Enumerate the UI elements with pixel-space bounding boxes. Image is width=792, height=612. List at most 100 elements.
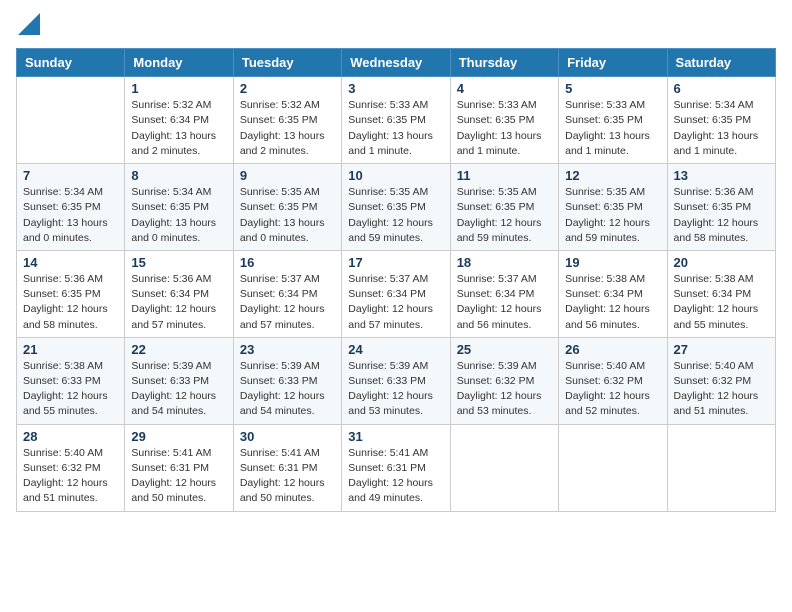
day-number: 2 — [240, 81, 335, 96]
day-info: Sunrise: 5:38 AMSunset: 6:34 PMDaylight:… — [674, 272, 769, 333]
weekday-thursday: Thursday — [450, 49, 558, 77]
day-number: 31 — [348, 429, 443, 444]
day-number: 29 — [131, 429, 226, 444]
day-cell: 22Sunrise: 5:39 AMSunset: 6:33 PMDayligh… — [125, 337, 233, 424]
day-number: 23 — [240, 342, 335, 357]
calendar-body: 1 Sunrise: 5:32 AMSunset: 6:34 PMDaylight… — [17, 77, 776, 511]
day-cell: 26 Sunrise: 5:40 AMSunset: 6:32 PMDayligh… — [559, 337, 667, 424]
week-row-3: 21 Sunrise: 5:38 AMSunset: 6:33 PMDayligh… — [17, 337, 776, 424]
day-info: Sunrise: 5:32 AMSunset: 6:35 PMDaylight:… — [240, 98, 335, 159]
day-info: Sunrise: 5:40 AMSunset: 6:32 PMDaylight:… — [23, 446, 118, 507]
week-row-0: 1 Sunrise: 5:32 AMSunset: 6:34 PMDaylight… — [17, 77, 776, 164]
day-cell: 20 Sunrise: 5:38 AMSunset: 6:34 PMDayligh… — [667, 250, 775, 337]
day-info: Sunrise: 5:40 AMSunset: 6:32 PMDaylight:… — [674, 359, 769, 420]
day-info: Sunrise: 5:37 AMSunset: 6:34 PMDaylight:… — [457, 272, 552, 333]
day-cell: 18 Sunrise: 5:37 AMSunset: 6:34 PMDayligh… — [450, 250, 558, 337]
day-number: 25 — [457, 342, 552, 357]
day-cell — [667, 424, 775, 511]
day-info: Sunrise: 5:39 AMSunset: 6:33 PMDaylight:… — [240, 359, 335, 420]
weekday-sunday: Sunday — [17, 49, 125, 77]
day-info: Sunrise: 5:35 AMSunset: 6:35 PMDaylight:… — [457, 185, 552, 246]
day-cell: 21 Sunrise: 5:38 AMSunset: 6:33 PMDayligh… — [17, 337, 125, 424]
day-info: Sunrise: 5:33 AMSunset: 6:35 PMDaylight:… — [348, 98, 443, 159]
day-info: Sunrise: 5:34 AMSunset: 6:35 PMDaylight:… — [674, 98, 769, 159]
day-number: 3 — [348, 81, 443, 96]
day-info: Sunrise: 5:35 AMSunset: 6:35 PMDaylight:… — [240, 185, 335, 246]
week-row-2: 14 Sunrise: 5:36 AMSunset: 6:35 PMDayligh… — [17, 250, 776, 337]
day-info: Sunrise: 5:39 AMSunset: 6:33 PMDaylight:… — [131, 359, 226, 420]
day-info: Sunrise: 5:35 AMSunset: 6:35 PMDaylight:… — [565, 185, 660, 246]
day-cell: 2 Sunrise: 5:32 AMSunset: 6:35 PMDaylight… — [233, 77, 341, 164]
day-number: 16 — [240, 255, 335, 270]
weekday-monday: Monday — [125, 49, 233, 77]
calendar-table: SundayMondayTuesdayWednesdayThursdayFrid… — [16, 48, 776, 511]
weekday-saturday: Saturday — [667, 49, 775, 77]
day-cell: 12 Sunrise: 5:35 AMSunset: 6:35 PMDayligh… — [559, 164, 667, 251]
day-cell: 31 Sunrise: 5:41 AMSunset: 6:31 PMDayligh… — [342, 424, 450, 511]
day-number: 6 — [674, 81, 769, 96]
page-header — [16, 16, 776, 40]
day-info: Sunrise: 5:39 AMSunset: 6:32 PMDaylight:… — [457, 359, 552, 420]
day-info: Sunrise: 5:34 AMSunset: 6:35 PMDaylight:… — [131, 185, 226, 246]
day-info: Sunrise: 5:34 AMSunset: 6:35 PMDaylight:… — [23, 185, 118, 246]
day-number: 4 — [457, 81, 552, 96]
day-cell — [559, 424, 667, 511]
day-cell: 11Sunrise: 5:35 AMSunset: 6:35 PMDayligh… — [450, 164, 558, 251]
day-number: 15 — [131, 255, 226, 270]
day-cell: 3 Sunrise: 5:33 AMSunset: 6:35 PMDaylight… — [342, 77, 450, 164]
day-info: Sunrise: 5:38 AMSunset: 6:33 PMDaylight:… — [23, 359, 118, 420]
day-info: Sunrise: 5:41 AMSunset: 6:31 PMDaylight:… — [240, 446, 335, 507]
day-number: 20 — [674, 255, 769, 270]
day-info: Sunrise: 5:37 AMSunset: 6:34 PMDaylight:… — [348, 272, 443, 333]
day-info: Sunrise: 5:35 AMSunset: 6:35 PMDaylight:… — [348, 185, 443, 246]
day-cell: 16Sunrise: 5:37 AMSunset: 6:34 PMDayligh… — [233, 250, 341, 337]
day-number: 19 — [565, 255, 660, 270]
week-row-1: 7 Sunrise: 5:34 AMSunset: 6:35 PMDaylight… — [17, 164, 776, 251]
day-number: 8 — [131, 168, 226, 183]
day-info: Sunrise: 5:40 AMSunset: 6:32 PMDaylight:… — [565, 359, 660, 420]
day-cell: 17 Sunrise: 5:37 AMSunset: 6:34 PMDayligh… — [342, 250, 450, 337]
day-info: Sunrise: 5:39 AMSunset: 6:33 PMDaylight:… — [348, 359, 443, 420]
day-number: 13 — [674, 168, 769, 183]
day-cell: 9 Sunrise: 5:35 AMSunset: 6:35 PMDaylight… — [233, 164, 341, 251]
week-row-4: 28 Sunrise: 5:40 AMSunset: 6:32 PMDayligh… — [17, 424, 776, 511]
day-number: 14 — [23, 255, 118, 270]
day-info: Sunrise: 5:41 AMSunset: 6:31 PMDaylight:… — [131, 446, 226, 507]
day-info: Sunrise: 5:41 AMSunset: 6:31 PMDaylight:… — [348, 446, 443, 507]
day-number: 27 — [674, 342, 769, 357]
day-cell: 24Sunrise: 5:39 AMSunset: 6:33 PMDayligh… — [342, 337, 450, 424]
day-info: Sunrise: 5:38 AMSunset: 6:34 PMDaylight:… — [565, 272, 660, 333]
day-number: 1 — [131, 81, 226, 96]
day-cell: 29 Sunrise: 5:41 AMSunset: 6:31 PMDayligh… — [125, 424, 233, 511]
day-cell — [450, 424, 558, 511]
day-info: Sunrise: 5:33 AMSunset: 6:35 PMDaylight:… — [457, 98, 552, 159]
day-cell — [17, 77, 125, 164]
logo-icon — [18, 13, 40, 35]
day-number: 7 — [23, 168, 118, 183]
day-number: 17 — [348, 255, 443, 270]
day-cell: 23 Sunrise: 5:39 AMSunset: 6:33 PMDayligh… — [233, 337, 341, 424]
day-cell: 6 Sunrise: 5:34 AMSunset: 6:35 PMDaylight… — [667, 77, 775, 164]
day-cell: 19 Sunrise: 5:38 AMSunset: 6:34 PMDayligh… — [559, 250, 667, 337]
weekday-wednesday: Wednesday — [342, 49, 450, 77]
day-cell: 1 Sunrise: 5:32 AMSunset: 6:34 PMDaylight… — [125, 77, 233, 164]
day-number: 18 — [457, 255, 552, 270]
day-number: 26 — [565, 342, 660, 357]
day-cell: 28 Sunrise: 5:40 AMSunset: 6:32 PMDayligh… — [17, 424, 125, 511]
day-number: 12 — [565, 168, 660, 183]
day-cell: 27 Sunrise: 5:40 AMSunset: 6:32 PMDayligh… — [667, 337, 775, 424]
day-info: Sunrise: 5:32 AMSunset: 6:34 PMDaylight:… — [131, 98, 226, 159]
day-number: 10 — [348, 168, 443, 183]
weekday-tuesday: Tuesday — [233, 49, 341, 77]
weekday-friday: Friday — [559, 49, 667, 77]
day-number: 9 — [240, 168, 335, 183]
weekday-header-row: SundayMondayTuesdayWednesdayThursdayFrid… — [17, 49, 776, 77]
day-cell: 8 Sunrise: 5:34 AMSunset: 6:35 PMDaylight… — [125, 164, 233, 251]
day-cell: 13 Sunrise: 5:36 AMSunset: 6:35 PMDayligh… — [667, 164, 775, 251]
day-info: Sunrise: 5:36 AMSunset: 6:35 PMDaylight:… — [674, 185, 769, 246]
day-number: 28 — [23, 429, 118, 444]
day-number: 21 — [23, 342, 118, 357]
day-cell: 5Sunrise: 5:33 AMSunset: 6:35 PMDaylight… — [559, 77, 667, 164]
day-cell: 14 Sunrise: 5:36 AMSunset: 6:35 PMDayligh… — [17, 250, 125, 337]
day-info: Sunrise: 5:36 AMSunset: 6:35 PMDaylight:… — [23, 272, 118, 333]
